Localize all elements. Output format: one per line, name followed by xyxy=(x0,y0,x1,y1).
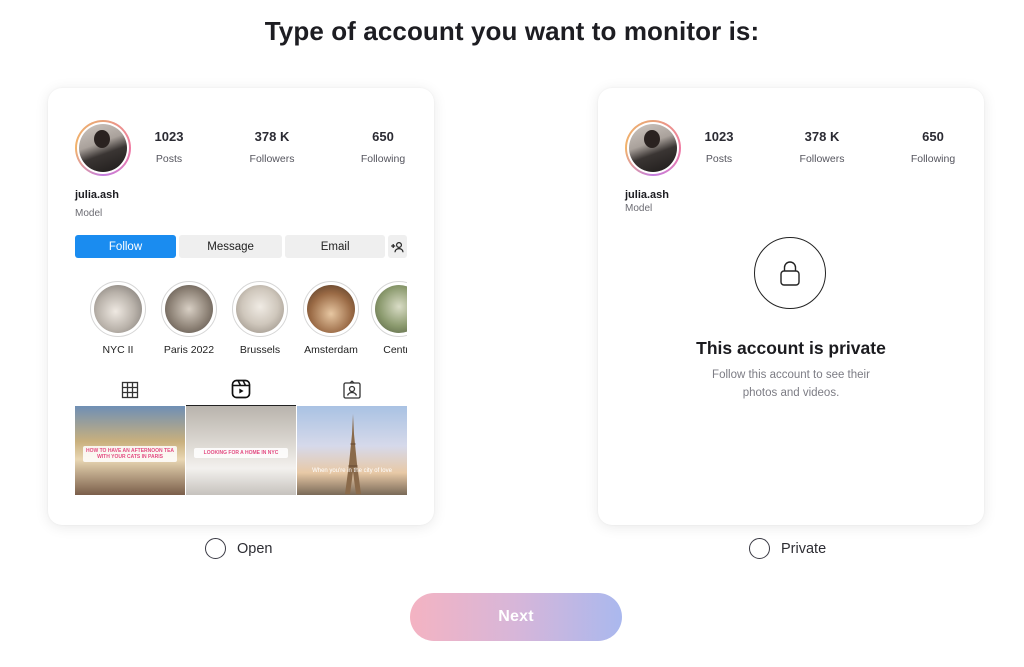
private-radio[interactable] xyxy=(749,538,770,559)
highlight-label: NYC II xyxy=(102,344,134,356)
eiffel-tower-image xyxy=(345,414,361,494)
private-account-preview-card[interactable]: 1023 Posts 378 K Followers 650 Following… xyxy=(598,88,984,525)
open-radio-label[interactable]: Open xyxy=(237,541,272,557)
avatar xyxy=(75,120,131,176)
highlight-central[interactable]: Centra xyxy=(369,281,407,356)
bio: Model xyxy=(75,208,103,219)
stat-followers-value: 378 K xyxy=(254,129,290,144)
stat-posts-value: 1023 xyxy=(704,129,734,144)
email-button[interactable]: Email xyxy=(285,235,386,258)
message-button[interactable]: Message xyxy=(179,235,283,258)
avatar xyxy=(625,120,681,176)
stat-posts-label: Posts xyxy=(705,153,733,165)
stat-following: 650 Following xyxy=(893,129,973,165)
page-title: Type of account you want to monitor is: xyxy=(264,16,760,46)
post-thumbnail[interactable]: LOOKING FOR A HOME IN NYC xyxy=(186,406,296,495)
stat-following: 650 Following xyxy=(343,129,423,165)
highlight-paris-2022[interactable]: Paris 2022 xyxy=(159,281,219,356)
add-user-icon xyxy=(391,241,404,252)
stat-following-label: Following xyxy=(910,153,956,165)
grid-icon xyxy=(122,381,139,398)
post-overlay-text: HOW TO HAVE AN AFTERNOON TEA WITH YOUR C… xyxy=(83,446,177,462)
profile-tabs xyxy=(75,373,407,406)
option-private[interactable]: Private xyxy=(749,538,826,559)
highlight-label: Amsterdam xyxy=(304,344,358,356)
stat-followers-label: Followers xyxy=(249,153,295,165)
profile-action-buttons: Follow Message Email xyxy=(75,235,408,258)
stat-followers: 378 K Followers xyxy=(782,129,862,165)
stat-followers-label: Followers xyxy=(799,153,845,165)
post-overlay-text: LOOKING FOR A HOME IN NYC xyxy=(194,448,288,458)
tab-posts-grid[interactable] xyxy=(75,373,186,406)
stat-posts-value: 1023 xyxy=(154,129,184,144)
stat-following-value: 650 xyxy=(922,129,944,144)
post-overlay-text: When you're in the city of love xyxy=(312,468,392,474)
add-user-button[interactable] xyxy=(388,235,408,258)
stat-posts: 1023 Posts xyxy=(129,129,209,165)
next-button[interactable]: Next xyxy=(410,593,622,641)
lock-icon xyxy=(780,261,800,286)
highlight-label: Paris 2022 xyxy=(163,344,215,356)
open-radio[interactable] xyxy=(205,538,226,559)
highlight-label: Brussels xyxy=(239,344,281,356)
private-account-title: This account is private xyxy=(696,338,886,358)
lock-badge xyxy=(754,237,826,309)
post-thumbnail[interactable]: HOW TO HAVE AN AFTERNOON TEA WITH YOUR C… xyxy=(75,406,185,495)
tab-reels[interactable] xyxy=(185,373,297,406)
post-thumbnail[interactable]: When you're in the city of love xyxy=(297,406,407,495)
stat-following-value: 650 xyxy=(372,129,394,144)
avatar-photo xyxy=(79,124,127,172)
stat-followers-value: 378 K xyxy=(804,129,840,144)
stat-posts: 1023 Posts xyxy=(679,129,759,165)
option-open[interactable]: Open xyxy=(205,538,272,559)
username: julia.ash xyxy=(75,189,120,201)
avatar-photo xyxy=(629,124,677,172)
posts-grid: HOW TO HAVE AN AFTERNOON TEA WITH YOUR C… xyxy=(75,406,407,495)
bio: Model xyxy=(625,203,653,214)
username: julia.ash xyxy=(625,189,670,201)
tagged-icon xyxy=(343,379,361,399)
stat-following-label: Following xyxy=(360,153,406,165)
highlight-amsterdam[interactable]: Amsterdam xyxy=(301,281,361,356)
follow-button[interactable]: Follow xyxy=(75,235,177,258)
stat-followers: 378 K Followers xyxy=(232,129,312,165)
private-radio-label[interactable]: Private xyxy=(781,541,826,557)
highlight-nyc-ii[interactable]: NYC II xyxy=(88,281,148,356)
highlight-brussels[interactable]: Brussels xyxy=(230,281,290,356)
private-subtitle-line: Follow this account to see their xyxy=(712,369,870,381)
highlight-label: Centra xyxy=(383,344,407,356)
open-account-preview-card[interactable]: 1023 Posts 378 K Followers 650 Following… xyxy=(48,88,434,525)
private-account-subtitle: Follow this account to see their photos … xyxy=(598,366,984,402)
reels-icon xyxy=(231,379,251,399)
stat-posts-label: Posts xyxy=(155,153,183,165)
story-highlights: NYC II Paris 2022 Brussels Amsterdam Cen… xyxy=(75,281,407,356)
tab-tagged[interactable] xyxy=(296,373,407,406)
private-subtitle-line: photos and videos. xyxy=(742,387,840,399)
